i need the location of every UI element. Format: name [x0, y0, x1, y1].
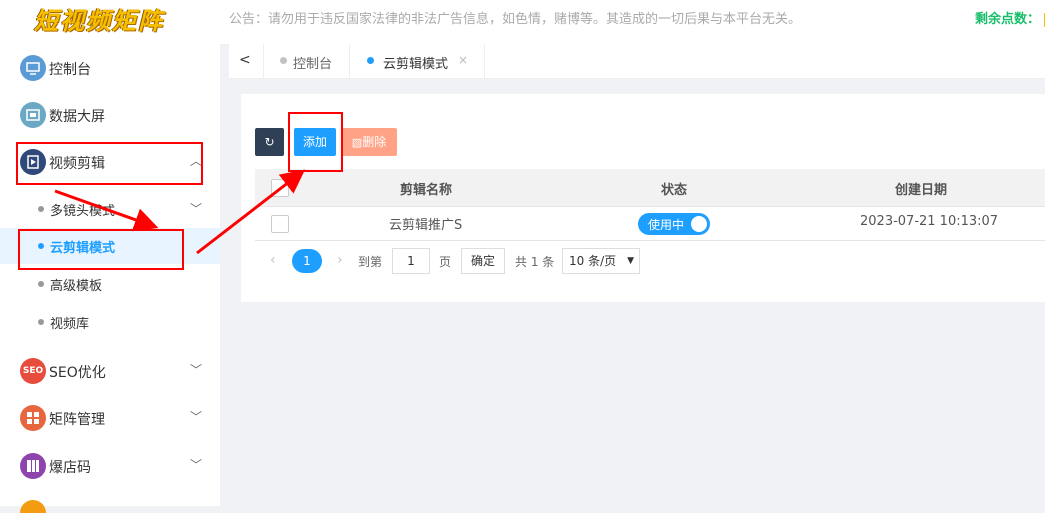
annotation-arrow-1 — [54, 189, 159, 232]
annotation-arrow-2 — [196, 169, 306, 255]
annotation-arrows — [54, 169, 306, 255]
